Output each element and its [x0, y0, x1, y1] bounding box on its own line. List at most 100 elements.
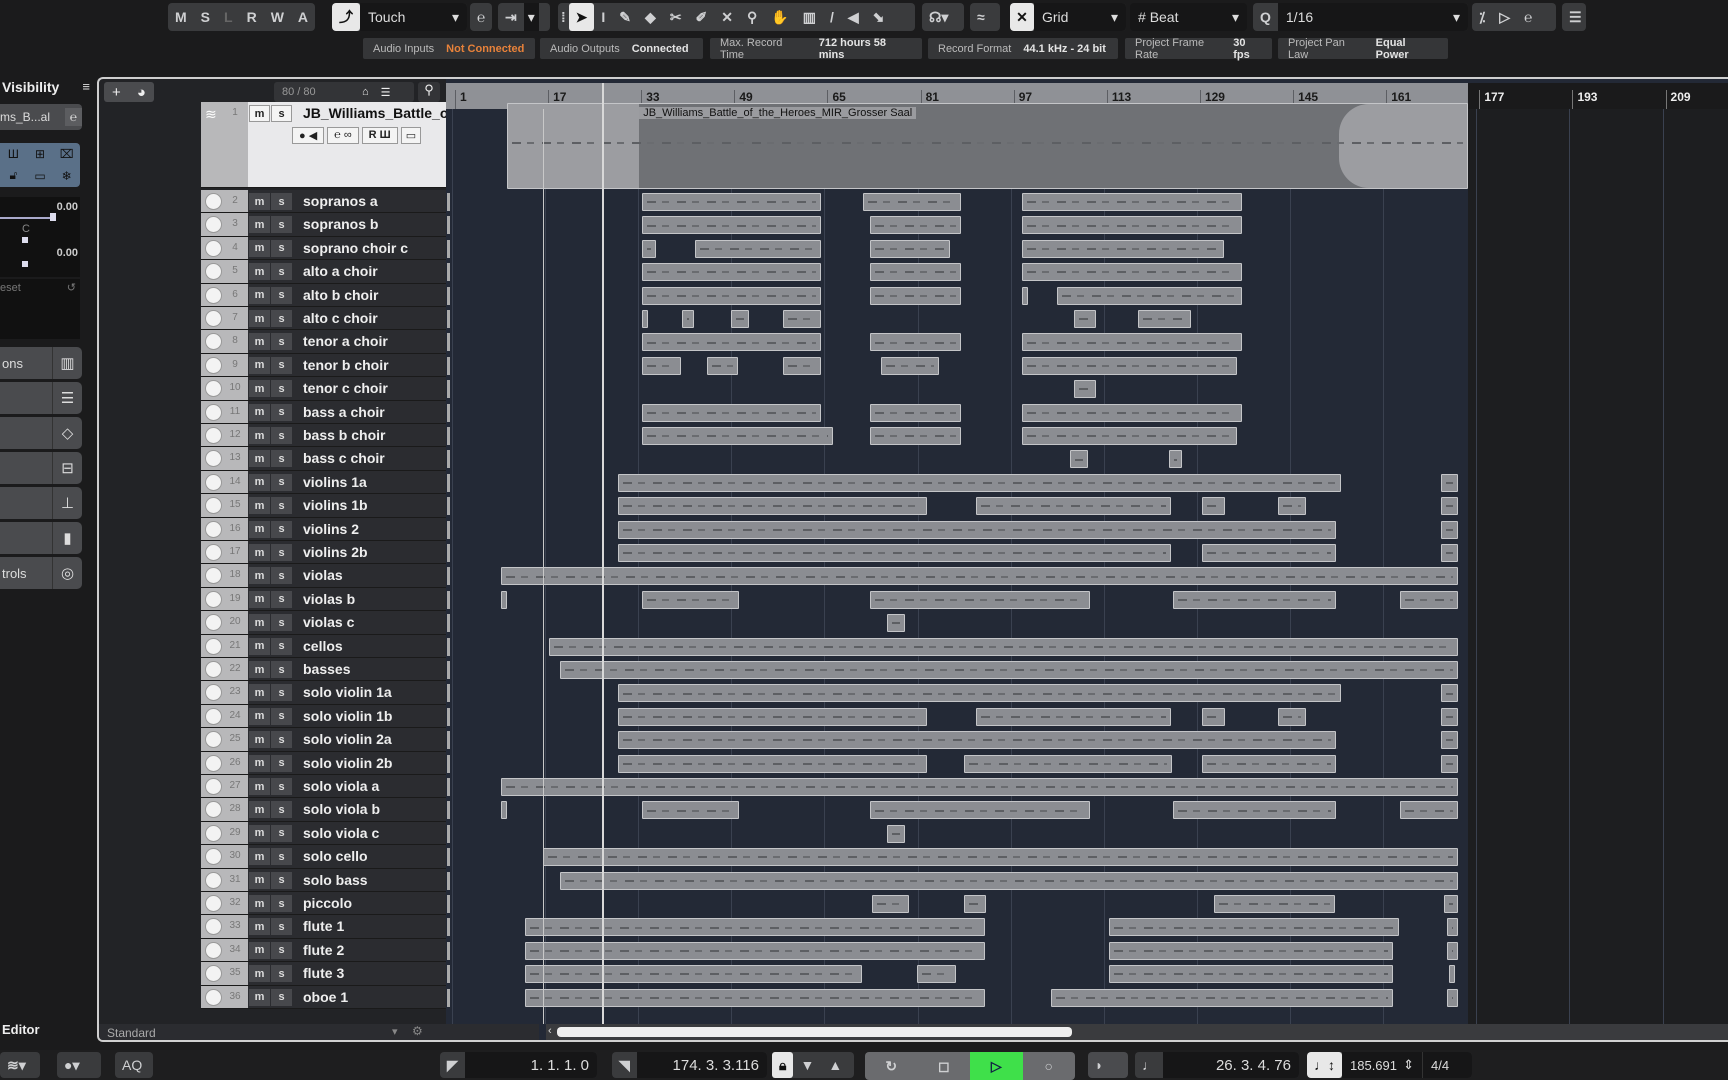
mute-button[interactable]: m	[249, 403, 270, 421]
lock-icon[interactable]: 🔓︎	[0, 168, 27, 183]
mute-button[interactable]: m	[249, 778, 270, 795]
solo-button[interactable]: s	[271, 848, 292, 866]
midi-part[interactable]	[1073, 310, 1096, 328]
midi-part[interactable]	[1441, 754, 1459, 773]
solo-button[interactable]: s	[271, 661, 292, 678]
midi-part[interactable]	[618, 544, 1171, 562]
chevron-down-icon[interactable]: ▾	[392, 1025, 398, 1038]
mute-button[interactable]: m	[249, 333, 270, 351]
layout-icon[interactable]: ⊞	[27, 147, 54, 161]
audio-event[interactable]: JB_Williams_Battle_of_the_Heroes_MIR_Gro…	[507, 103, 1469, 189]
mute-button[interactable]: m	[249, 941, 270, 959]
track-name[interactable]: alto a choir	[303, 263, 378, 279]
solo-button[interactable]: s	[271, 216, 292, 234]
midi-part[interactable]	[1278, 497, 1307, 516]
punch-out-icon[interactable]: ▲	[821, 1052, 849, 1078]
track-name[interactable]: piccolo	[303, 895, 352, 911]
midi-part[interactable]	[641, 263, 821, 282]
automation-mode[interactable]: ⤴ Touch ▾	[332, 3, 467, 31]
cycle-button[interactable]: ↻	[865, 1052, 918, 1080]
solo-button[interactable]: s	[271, 105, 292, 122]
track-name[interactable]: oboe 1	[303, 989, 348, 1005]
status-project-pan-law[interactable]: Project Pan Law Equal Power	[1278, 37, 1448, 61]
primary-time-display[interactable]: ♩ 26. 3. 4. 76	[1135, 1052, 1299, 1078]
comp-icon[interactable]: ▥	[796, 3, 823, 31]
record-button[interactable]: ○	[1023, 1052, 1076, 1080]
snap-toggle[interactable]: ☊▾	[922, 3, 964, 31]
mute-button[interactable]: m	[249, 684, 270, 702]
mute-button[interactable]: m	[249, 848, 270, 866]
midi-part[interactable]	[869, 801, 1091, 820]
iterative-quantize-icon[interactable]: ⁒	[1472, 3, 1492, 31]
midi-part[interactable]	[1021, 193, 1243, 211]
stepper-icon[interactable]: ⇕	[1403, 1057, 1414, 1073]
inspector-section[interactable]: ⊥	[0, 487, 82, 519]
pencil-icon[interactable]: ✎	[612, 3, 638, 31]
inspector-section[interactable]: ☰	[0, 382, 82, 414]
solo-button[interactable]: s	[271, 731, 292, 749]
solo-button[interactable]: s	[271, 778, 292, 795]
mute-button[interactable]: m	[249, 988, 270, 1006]
solo-button[interactable]: s	[271, 590, 292, 608]
midi-part[interactable]	[1447, 918, 1459, 937]
mute-button[interactable]: m	[249, 637, 270, 655]
midi-part[interactable]	[641, 427, 834, 445]
midi-part[interactable]	[887, 824, 905, 843]
track-name[interactable]: violins 2b	[303, 544, 368, 560]
midi-part[interactable]	[707, 356, 739, 375]
write-icon[interactable]: Ш	[0, 147, 27, 161]
status-audio-outputs[interactable]: Audio Outputs Connected	[540, 38, 703, 59]
mute-button[interactable]: m	[249, 193, 270, 210]
mute-button[interactable]: m	[249, 965, 270, 983]
lock-icon[interactable]: 🔒︎	[772, 1052, 794, 1078]
midi-part[interactable]	[501, 590, 508, 609]
track-list-icon[interactable]: ☰	[375, 86, 397, 99]
midi-part[interactable]	[1441, 544, 1459, 562]
midi-part[interactable]	[524, 941, 985, 960]
mute-button[interactable]: m	[249, 801, 270, 819]
color-icon[interactable]: ⬊	[866, 3, 892, 31]
track-name[interactable]: tenor b choir	[303, 357, 389, 373]
solo-button[interactable]: s	[271, 427, 292, 444]
track-name[interactable]: soprano choir c	[303, 240, 408, 256]
midi-part[interactable]	[1173, 801, 1337, 820]
status-max-record-time[interactable]: Max. Record Time 712 hours 58 mins	[710, 37, 922, 61]
midi-part[interactable]	[1441, 497, 1459, 516]
mute-button[interactable]: m	[249, 105, 270, 122]
mute-button[interactable]: m	[249, 614, 270, 632]
midi-part[interactable]	[524, 918, 985, 937]
solo-button[interactable]: s	[271, 684, 292, 702]
midi-part[interactable]	[872, 895, 910, 913]
zoom-icon[interactable]: ⚲	[740, 3, 764, 31]
midi-part[interactable]	[524, 988, 985, 1007]
eraser-icon[interactable]: ◆	[638, 3, 663, 31]
track-name[interactable]: solo viola a	[303, 778, 379, 794]
midi-part[interactable]	[641, 801, 740, 820]
position-value[interactable]: 26. 3. 4. 76	[1163, 1052, 1299, 1078]
solo-button[interactable]: s	[271, 895, 292, 912]
line-icon[interactable]: /	[823, 3, 841, 31]
midi-part[interactable]	[1021, 403, 1243, 422]
scroll-left-icon[interactable]: ‹	[548, 1025, 552, 1037]
punch-in-icon[interactable]: ▼	[793, 1052, 821, 1078]
horizontal-scrollbar[interactable]: ‹	[546, 1024, 1728, 1040]
visibility-agent-icon[interactable]: ⌂	[356, 86, 375, 98]
midi-part[interactable]	[1109, 941, 1394, 960]
track-name[interactable]: solo violin 2a	[303, 731, 392, 747]
mute-button[interactable]: m	[249, 263, 270, 281]
midi-part[interactable]	[1070, 450, 1088, 469]
track-name[interactable]: solo viola b	[303, 801, 380, 817]
midi-part[interactable]	[524, 965, 863, 984]
solo-button[interactable]: s	[271, 380, 292, 398]
midi-part[interactable]	[560, 661, 1459, 679]
midi-part[interactable]	[975, 707, 1171, 726]
midi-part[interactable]	[869, 590, 1091, 609]
inspector-section[interactable]: ◇	[0, 417, 82, 449]
mute-button[interactable]: m	[249, 567, 270, 585]
snap-type-dropdown[interactable]: ✕ Grid ▾	[1010, 3, 1126, 31]
track-name[interactable]: sopranos b	[303, 216, 378, 232]
midi-part[interactable]	[782, 310, 821, 328]
mute-button[interactable]: m	[249, 707, 270, 725]
stop-button[interactable]: ◻	[918, 1052, 971, 1080]
midi-part[interactable]	[782, 356, 821, 375]
